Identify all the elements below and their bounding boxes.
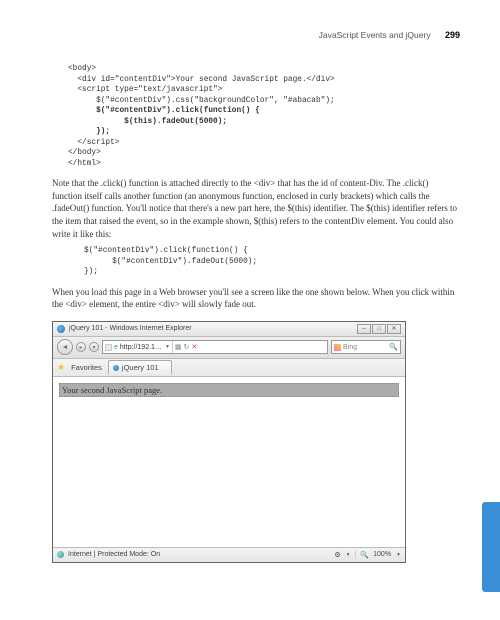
globe-icon (57, 551, 64, 558)
address-bar[interactable]: e http://192.1… ▼ ▦ ↻ ✕ (102, 340, 328, 354)
history-dropdown[interactable]: ▾ (89, 342, 99, 352)
page-header: JavaScript Events and jQuery 299 (52, 30, 460, 40)
status-text: Internet | Protected Mode: On (68, 551, 160, 558)
favorites-label[interactable]: Favorites (71, 363, 102, 372)
code-block-2: $("#contentDiv").click(function() { $("#… (84, 246, 460, 278)
refresh-icon[interactable]: ↻ (184, 343, 190, 351)
page-content-area: Your second JavaScript page. (53, 377, 405, 547)
search-icon[interactable]: 🔍 (389, 343, 398, 351)
zoom-level: 100% (373, 551, 391, 558)
forward-button[interactable]: ▸ (76, 342, 86, 352)
tab-title: jQuery 101 (122, 363, 159, 372)
search-box[interactable]: Bing 🔍 (331, 340, 401, 354)
security-icon[interactable]: ⚙ (334, 551, 340, 559)
page-number: 299 (445, 30, 460, 40)
side-tab (482, 502, 500, 592)
browser-screenshot: jQuery 101 - Windows Internet Explorer ─… (52, 321, 406, 563)
url-text: http://192.1… (120, 344, 162, 351)
tab-icon (113, 365, 119, 371)
code-block-1: <body> <div id="contentDiv">Your second … (68, 64, 460, 169)
maximize-button[interactable]: □ (372, 324, 386, 334)
content-div[interactable]: Your second JavaScript page. (59, 383, 399, 397)
ie-icon (57, 325, 65, 333)
search-placeholder: Bing (343, 344, 357, 351)
paragraph-2: When you load this page in a Web browser… (52, 286, 460, 311)
url-dropdown-icon[interactable]: ▼ (165, 344, 170, 350)
nav-toolbar: ◄ ▸ ▾ e http://192.1… ▼ ▦ ↻ ✕ Bing 🔍 (53, 337, 405, 359)
zoom-dropdown[interactable]: ▼ (396, 552, 401, 558)
back-button[interactable]: ◄ (57, 339, 73, 355)
paragraph-1: Note that the .click() function is attac… (52, 177, 460, 240)
page-icon (105, 344, 112, 351)
status-bar: Internet | Protected Mode: On ⚙ ▼ | 🔍 10… (53, 547, 405, 562)
chapter-title: JavaScript Events and jQuery (319, 30, 431, 40)
favorites-star-icon[interactable]: ★ (57, 362, 65, 373)
close-button[interactable]: ✕ (387, 324, 401, 334)
compat-icon[interactable]: ▦ (175, 343, 182, 351)
window-title: jQuery 101 - Windows Internet Explorer (69, 325, 192, 332)
browser-tab[interactable]: jQuery 101 (108, 360, 172, 374)
stop-icon[interactable]: ✕ (191, 343, 197, 351)
bing-icon (334, 344, 341, 351)
window-titlebar: jQuery 101 - Windows Internet Explorer ─… (53, 322, 405, 337)
minimize-button[interactable]: ─ (357, 324, 371, 334)
favorites-bar: ★ Favorites jQuery 101 (53, 359, 405, 377)
url-protocol-icon: e (114, 344, 118, 351)
zoom-icon[interactable]: 🔍 (360, 551, 369, 559)
